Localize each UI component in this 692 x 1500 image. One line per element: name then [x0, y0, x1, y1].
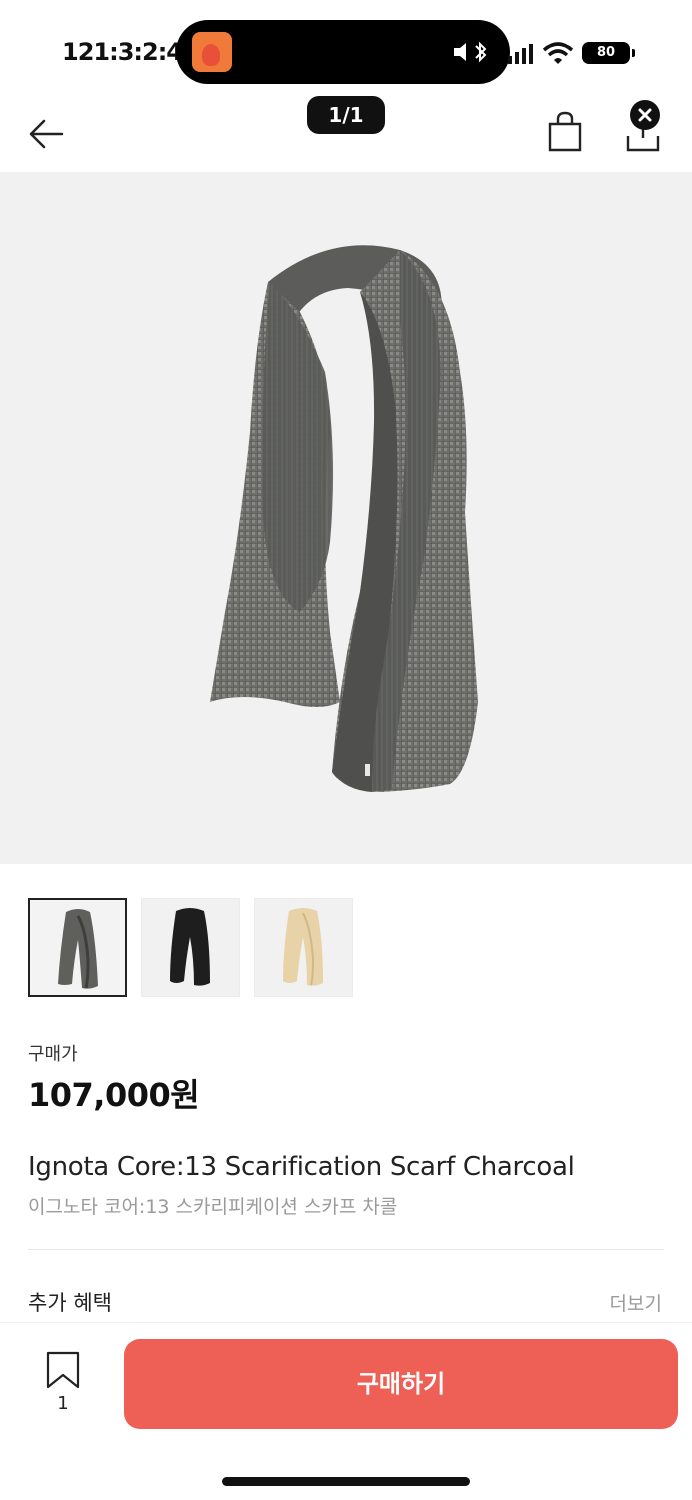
thumbnail-black-image	[170, 908, 210, 986]
benefits-more-link[interactable]: 더보기	[610, 1289, 662, 1316]
home-indicator[interactable]	[222, 1477, 470, 1486]
product-name-en: Ignota Core:13 Scarification Scarf Charc…	[28, 1152, 575, 1182]
thumbnail-list	[28, 898, 353, 998]
status-bar: 121:3:2:4:9 80	[0, 0, 692, 90]
thumbnail-beige-image	[283, 908, 323, 986]
price-label: 구매가	[28, 1044, 78, 1065]
scarf-image	[210, 245, 478, 792]
wifi-icon	[542, 42, 574, 64]
dynamic-island[interactable]	[176, 20, 510, 84]
thumbnail-charcoal[interactable]	[28, 898, 127, 997]
bookmark-icon	[46, 1351, 80, 1389]
buy-button[interactable]: 구매하기	[124, 1339, 678, 1429]
thumbnail-charcoal-image	[58, 909, 98, 989]
now-playing-app-icon[interactable]	[192, 32, 232, 72]
nav-bar: 1/1	[0, 92, 692, 172]
thumbnail-black[interactable]	[141, 898, 240, 997]
product-image[interactable]	[0, 172, 692, 864]
cellular-signal-icon	[508, 44, 533, 64]
close-icon[interactable]	[630, 100, 660, 130]
price: 107,000원	[28, 1076, 200, 1114]
status-indicators: 80	[504, 40, 636, 66]
share-button[interactable]	[620, 100, 666, 156]
speaker-bluetooth-icon	[454, 41, 487, 63]
shopping-bag-icon[interactable]	[544, 110, 586, 154]
back-arrow-icon[interactable]	[24, 110, 72, 158]
page-indicator: 1/1	[307, 96, 385, 134]
divider	[28, 1249, 664, 1250]
bookmark-count: 1	[57, 1393, 69, 1414]
bookmark-button[interactable]: 1	[38, 1349, 88, 1419]
bottom-action-bar: 1 구매하기	[0, 1322, 692, 1500]
battery-indicator: 80	[582, 42, 635, 64]
benefits-title: 추가 혜택	[28, 1291, 112, 1315]
product-name-ko: 이그노타 코어:13 스카리피케이션 스카프 차콜	[28, 1196, 398, 1218]
thumbnail-beige[interactable]	[254, 898, 353, 997]
